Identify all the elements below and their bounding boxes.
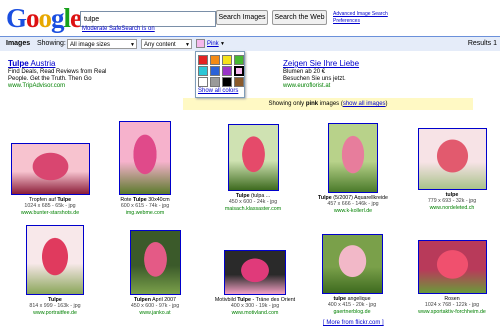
image-result: Tulpe (tulpa ... 450 x 600 - 24k - jpg m… [208, 124, 298, 212]
color-swatch-teal[interactable] [198, 66, 208, 76]
result-url: www.portraitfee.de [33, 309, 77, 316]
chevron-down-icon: ▼ [130, 42, 135, 48]
more-from-flickr-link[interactable]: [ More from flickr.com ] [323, 320, 384, 326]
color-swatch-green[interactable] [234, 55, 244, 65]
search-input[interactable] [80, 11, 216, 27]
search-images-button[interactable]: Search Images [216, 10, 268, 25]
notice-color-word: pink [305, 101, 319, 107]
chevron-down-icon: ▼ [218, 41, 226, 48]
result-url: gaertnerblog.de [333, 308, 371, 315]
ad-text-line: People. Get the Truth. Then Go [8, 76, 92, 82]
show-all-images-link[interactable]: show all images [343, 101, 386, 107]
color-swatch-orange[interactable] [210, 55, 220, 65]
result-url: www.k-kollerl.de [333, 207, 373, 214]
result-url: www.sportaktiv-forchheim.de [418, 308, 486, 315]
result-url: www.motivland.com [231, 309, 279, 316]
image-result: Tulpe (5/2007) Aquarellkreide 457 x 666 … [308, 123, 398, 214]
color-swatch-pink[interactable] [234, 66, 244, 76]
image-result: Rote Tulpe 30x40cm 600 x 615 - 74k - jpg… [100, 121, 190, 216]
sponsored-ad-right: Zeigen Sie Ihre Liebe Blumen ab 20 € Bes… [283, 59, 359, 90]
thumbnail-image[interactable] [321, 234, 383, 294]
search-web-button[interactable]: Search the Web [272, 10, 327, 25]
result-url: www.nordeleted.ch [429, 204, 475, 211]
thumbnail-image[interactable] [227, 124, 279, 191]
image-result: Tropfen auf Tulpe 1024 x 685 - 65k - jpg… [5, 143, 95, 216]
notice-text: images ( [318, 101, 343, 107]
result-url: www.janko.at [139, 309, 171, 316]
thumbnail-image[interactable] [129, 230, 181, 295]
notice-text: ) [385, 101, 388, 107]
result-url: www.bunter-starshots.de [20, 209, 80, 216]
section-label: Images [6, 40, 31, 47]
safesearch-link[interactable]: Moderate SafeSearch is on [82, 26, 155, 32]
color-filter-select[interactable]: Pink ▼ [196, 39, 225, 49]
color-swatch-brown[interactable] [234, 77, 244, 87]
results-toolbar: Images Showing: All image sizes ▼ Any con… [0, 36, 500, 51]
thumbnail-image[interactable] [224, 250, 286, 295]
image-result: Motivbild Tulpe - Träne des Orient 400 x… [210, 250, 300, 316]
notice-text: Showing only [268, 101, 306, 107]
chevron-down-icon: ▼ [185, 42, 190, 48]
result-url: img.webme.com [125, 209, 165, 216]
sponsored-ad-left: Tulpe Austria Find Deals, Read Reviews f… [8, 59, 106, 90]
color-swatch-purple[interactable] [222, 66, 232, 76]
preferences-link[interactable]: Preferences [333, 18, 360, 24]
color-swatch-white[interactable] [198, 77, 208, 87]
thumbnail-image[interactable] [417, 128, 487, 190]
image-result: Rosen 1024 x 768 - 122k - jpg www.sporta… [407, 240, 497, 315]
ad-title-link[interactable]: Tulpe Austria [8, 59, 55, 68]
thumbnail-image[interactable] [10, 143, 90, 195]
advanced-image-search-link[interactable]: Advanced Image Search [333, 11, 388, 17]
thumbnail-image[interactable] [417, 240, 487, 294]
content-type-value: Any content [144, 42, 176, 48]
ad-title-keyword[interactable]: Tulpe [8, 59, 29, 68]
showing-label: Showing: [37, 40, 66, 47]
show-all-colors-link[interactable]: Show all colors [198, 88, 238, 94]
results-count: Results 1 [467, 40, 497, 47]
content-type-select[interactable]: Any content ▼ [141, 39, 192, 49]
result-url: maisach.klassaster.com [224, 205, 282, 212]
image-size-value: All image sizes [70, 42, 111, 48]
image-size-select[interactable]: All image sizes ▼ [67, 39, 137, 49]
color-swatch-black[interactable] [222, 77, 232, 87]
image-result: Tulpen April 2007 450 x 600 - 97k - jpg … [110, 230, 200, 316]
ad-url: www.euroflorist.at [283, 83, 331, 89]
color-swatch-yellow[interactable] [222, 55, 232, 65]
image-result: Tulpe 814 x 999 - 163k - jpg www.portrai… [10, 225, 100, 316]
ad-url: www.TripAdvisor.com [8, 83, 66, 89]
thumbnail-image[interactable] [328, 123, 378, 193]
color-swatch-red[interactable] [198, 55, 208, 65]
google-logo[interactable]: Google [6, 3, 82, 33]
pink-swatch-icon [196, 39, 205, 48]
thumbnail-image[interactable] [26, 225, 84, 295]
ad-text-line: Find Deals, Read Reviews from Real [8, 69, 107, 75]
color-filter-notice: Showing only pink images (show all image… [183, 98, 473, 110]
ad-title-link[interactable]: Zeigen Sie Ihre Liebe [283, 59, 359, 68]
color-picker-panel: Show all colors [195, 51, 245, 98]
image-result: tulpe angelique 400 x 415 - 20k - jpg ga… [307, 234, 397, 315]
color-swatch-gray[interactable] [210, 77, 220, 87]
thumbnail-image[interactable] [119, 121, 171, 195]
ad-text-line: Besuchen Sie uns jetzt. [283, 76, 346, 82]
header-links: Advanced Image Search Preferences [333, 11, 388, 25]
color-filter-label[interactable]: Pink [207, 41, 219, 47]
ad-title-rest[interactable]: Austria [29, 59, 56, 68]
color-swatch-blue[interactable] [210, 66, 220, 76]
image-result: tulpe 779 x 693 - 32k - jpg www.nordelet… [407, 128, 497, 211]
ad-text-line: Blumen ab 20 € [283, 69, 326, 75]
